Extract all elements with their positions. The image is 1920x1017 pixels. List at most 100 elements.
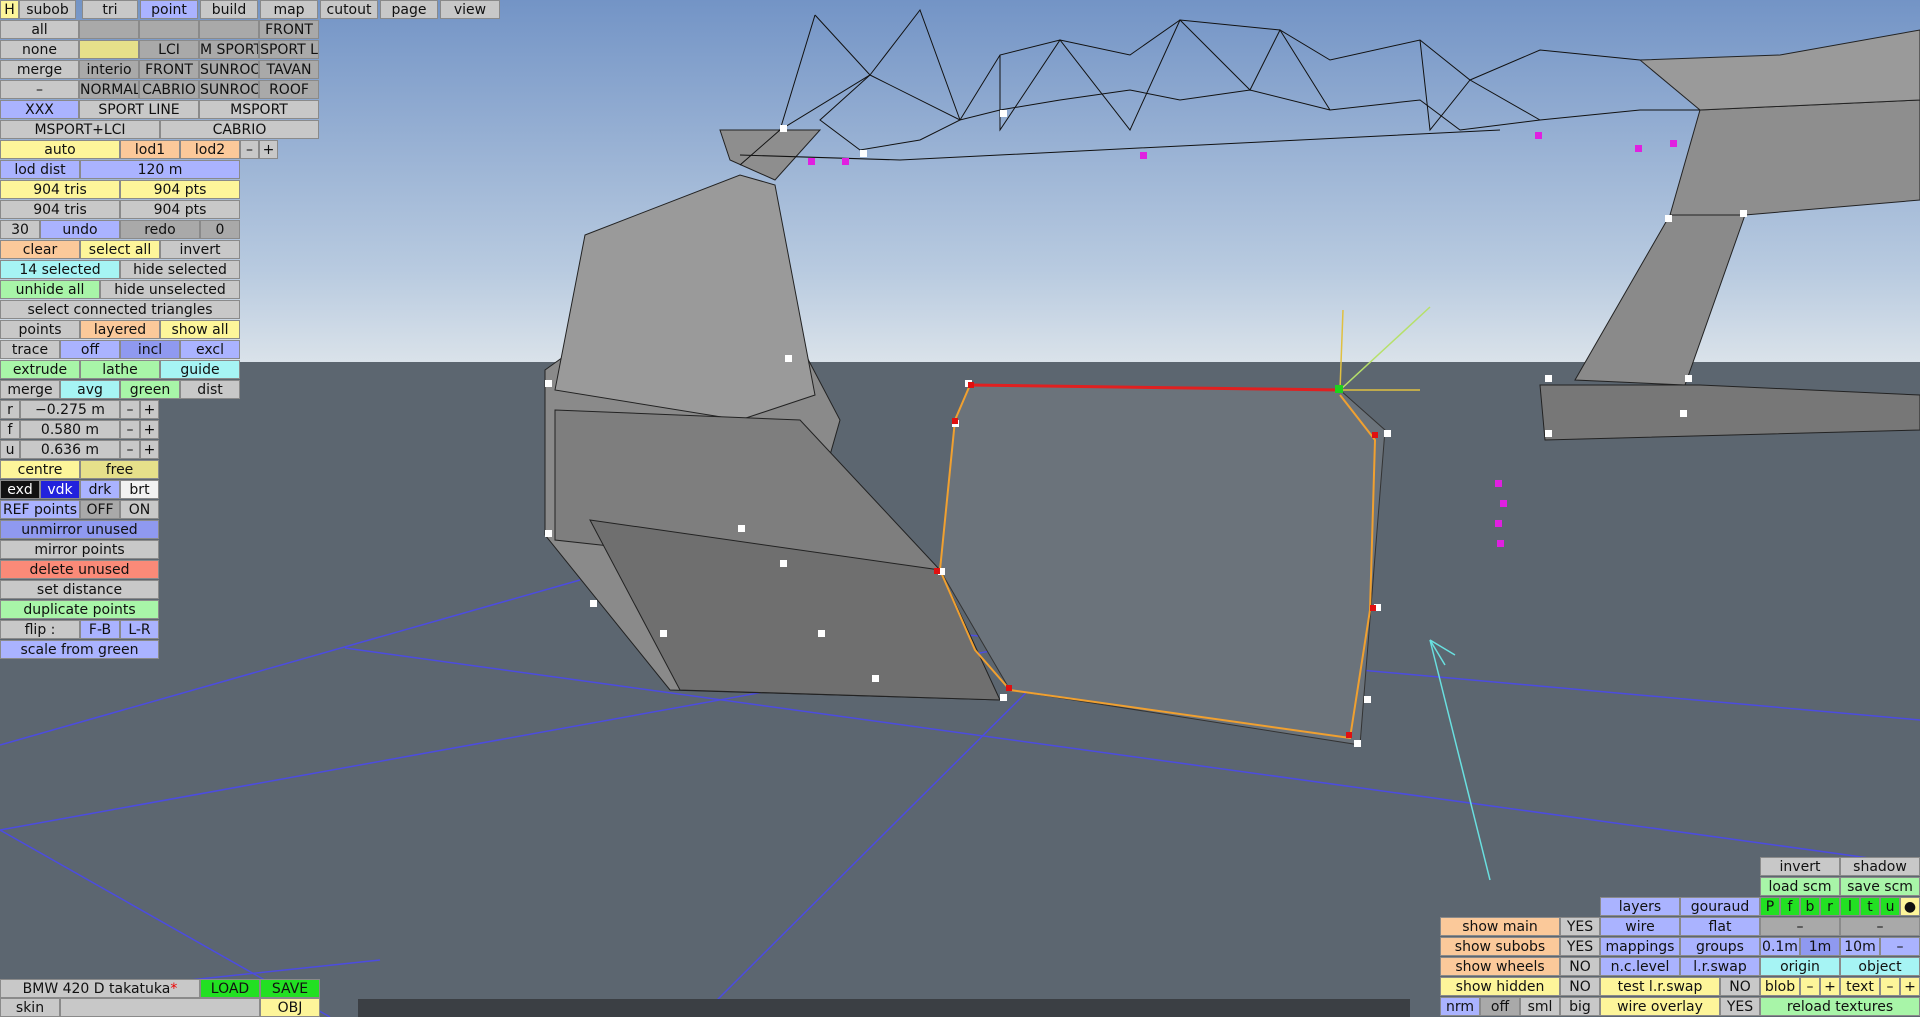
layer-front[interactable]: FRONT [139,60,199,79]
wire-overlay-button[interactable]: wire overlay [1600,997,1720,1016]
variant-cabrio[interactable]: CABRIO [160,120,319,139]
coord-u-plus[interactable]: + [140,440,159,459]
view-f-button[interactable]: f [1780,897,1800,916]
show-wheels-toggle[interactable]: NO [1560,957,1600,976]
unhide-all-button[interactable]: unhide all [0,280,100,299]
test-lr-swap-toggle[interactable]: NO [1720,977,1760,996]
tab-subob[interactable]: subob [19,0,76,19]
layer-cabrio[interactable]: CABRIO [139,80,199,99]
coord-f-value[interactable]: 0.580 m [20,420,120,439]
show-hidden-toggle[interactable]: NO [1560,977,1600,996]
unmirror-unused-button[interactable]: unmirror unused [0,520,159,539]
lathe-button[interactable]: lathe [80,360,160,379]
points-button[interactable]: points [0,320,80,339]
layer-slot[interactable] [79,20,139,39]
blob-minus-button[interactable]: – [1800,977,1820,996]
lod-auto-button[interactable]: auto [0,140,120,159]
coord-f-minus[interactable]: – [120,420,140,439]
merge-button[interactable]: merge [0,380,60,399]
trace-off-button[interactable]: off [60,340,120,359]
tab-map[interactable]: map [260,0,318,19]
grid-1m-button[interactable]: 1m [1800,937,1840,956]
wire-overlay-toggle[interactable]: YES [1720,997,1760,1016]
layer-interio[interactable]: interio [79,60,139,79]
skin-field[interactable] [60,998,260,1017]
sml-button[interactable]: sml [1520,997,1560,1016]
coord-r-minus[interactable]: – [120,400,140,419]
layer-sunroof[interactable]: SUNROOF [199,60,259,79]
clear-button[interactable]: clear [0,240,80,259]
load-button[interactable]: LOAD [200,979,260,998]
delete-unused-button[interactable]: delete unused [0,560,159,579]
text-button[interactable]: text [1840,977,1880,996]
layer-none[interactable]: none [0,40,79,59]
big-button[interactable]: big [1560,997,1600,1016]
nc-level-button[interactable]: n.c.level [1600,957,1680,976]
hide-unselected-button[interactable]: hide unselected [100,280,240,299]
nrm-button[interactable]: nrm [1440,997,1480,1016]
tab-build[interactable]: build [200,0,258,19]
tab-cutout[interactable]: cutout [320,0,378,19]
lod-dist-value[interactable]: 120 m [80,160,240,179]
mappings-button[interactable]: mappings [1600,937,1680,956]
text-minus-button[interactable]: – [1880,977,1900,996]
free-button[interactable]: free [80,460,159,479]
variant-msport[interactable]: MSPORT [199,100,319,119]
lod1-button[interactable]: lod1 [120,140,180,159]
tab-h[interactable]: H [0,0,19,19]
trace-incl-button[interactable]: incl [120,340,180,359]
test-lr-swap-button[interactable]: test l.r.swap [1600,977,1720,996]
blob-button[interactable]: blob [1760,977,1800,996]
layer-front[interactable]: FRONT [259,20,319,39]
gouraud-button[interactable]: gouraud [1680,897,1760,916]
layer-sunroof[interactable]: SUNROOF [199,80,259,99]
redo-button[interactable]: redo [120,220,200,239]
3d-viewport[interactable] [0,0,1920,1017]
view-l-button[interactable]: l [1840,897,1860,916]
text-plus-button[interactable]: + [1900,977,1920,996]
tab-tri[interactable]: tri [82,0,138,19]
trace-excl-button[interactable]: excl [180,340,240,359]
merge-dist-button[interactable]: dist [180,380,240,399]
select-all-button[interactable]: select all [80,240,160,259]
lr-swap-button[interactable]: l.r.swap [1680,957,1760,976]
view-r-button[interactable]: r [1820,897,1840,916]
blob-plus-button[interactable]: + [1820,977,1840,996]
flip-lr-button[interactable]: L-R [120,620,159,639]
duplicate-points-button[interactable]: duplicate points [0,600,159,619]
grid-dash-button[interactable]: – [1880,937,1920,956]
flat-button[interactable]: flat [1680,917,1760,936]
save-scm-button[interactable]: save scm [1840,877,1920,896]
brt-button[interactable]: brt [120,480,159,499]
show-all-button[interactable]: show all [160,320,240,339]
set-distance-button[interactable]: set distance [0,580,159,599]
grid-01m-button[interactable]: 0.1m [1760,937,1800,956]
obj-button[interactable]: OBJ [260,998,320,1017]
variant-sport-line[interactable]: SPORT LINE [79,100,199,119]
layer-slot[interactable] [79,40,139,59]
layer-roof[interactable]: ROOF [259,80,319,99]
layer-msport[interactable]: M SPORT [199,40,259,59]
lod-minus-button[interactable]: – [240,140,259,159]
layer-merge[interactable]: merge [0,60,79,79]
layer-tavan[interactable]: TAVAN [259,60,319,79]
off-button[interactable]: off [1480,997,1520,1016]
reload-textures-button[interactable]: reload textures [1760,997,1920,1016]
invert-button[interactable]: invert [160,240,240,259]
coord-f-plus[interactable]: + [140,420,159,439]
view-t-button[interactable]: t [1860,897,1880,916]
coord-u-minus[interactable]: – [120,440,140,459]
grid-10m-button[interactable]: 10m [1840,937,1880,956]
tab-point[interactable]: point [140,0,198,19]
merge-green-button[interactable]: green [120,380,180,399]
view-p-button[interactable]: P [1760,897,1780,916]
layered-button[interactable]: layered [80,320,160,339]
exd-button[interactable]: exd [0,480,40,499]
centre-button[interactable]: centre [0,460,80,479]
variant-msport-lci[interactable]: MSPORT+LCI [0,120,160,139]
lod2-button[interactable]: lod2 [180,140,240,159]
lod-plus-button[interactable]: + [259,140,278,159]
drk-button[interactable]: drk [80,480,120,499]
ref-on-button[interactable]: ON [120,500,159,519]
merge-avg-button[interactable]: avg [60,380,120,399]
